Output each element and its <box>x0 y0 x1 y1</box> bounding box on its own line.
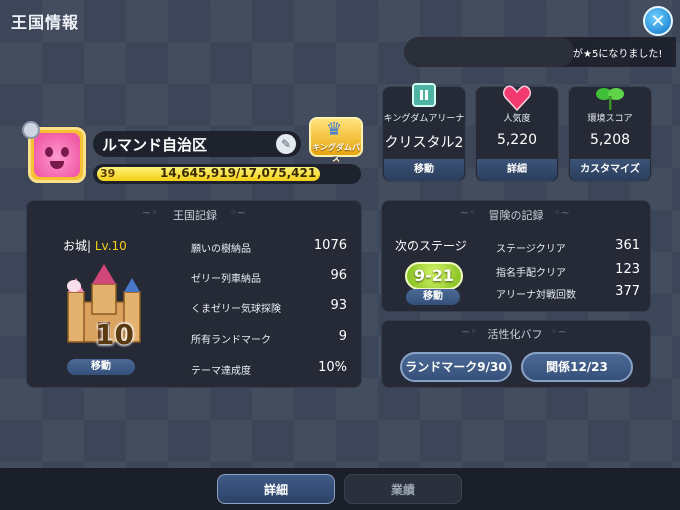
page-title: 王国情報 <box>11 13 80 32</box>
stat-value-arena: クリスタル2 <box>384 135 464 151</box>
sprout-icon <box>596 88 624 110</box>
avatar-frame-icon <box>22 121 40 139</box>
ornament-left-icon: ~◦ <box>142 206 158 219</box>
stat-label-arena: キングダムアリーナ <box>383 114 465 124</box>
record-row-label: くまゼリー気球探険 <box>191 304 281 315</box>
arena-banner-icon <box>412 83 436 107</box>
adventure-row-value: 361 <box>615 238 640 253</box>
environment-customize-button[interactable]: カスタマイズ <box>570 159 650 181</box>
adventure-row-label: アリーナ対戦回数 <box>496 290 576 301</box>
arena-move-button[interactable]: 移動 <box>384 159 464 181</box>
next-stage-label: 次のステージ <box>395 239 467 253</box>
avatar-cookie-face <box>34 133 80 177</box>
record-row-value: 10% <box>318 360 347 375</box>
adventure-row-label: 指名手配クリア <box>496 268 566 279</box>
record-row-value: 96 <box>330 268 347 283</box>
bottom-tab-bar <box>0 468 680 510</box>
record-row-label: 所有ランドマーク <box>191 335 271 346</box>
heart-icon <box>502 85 532 112</box>
popularity-detail-button[interactable]: 詳細 <box>477 159 557 181</box>
relation-buff-button[interactable]: 関係12/23 <box>521 352 633 382</box>
record-row-value: 1076 <box>313 238 347 253</box>
castle-level-badge: 10 <box>95 318 134 351</box>
tab-detail[interactable]: 詳細 <box>217 474 335 504</box>
record-row-value: 93 <box>330 298 347 313</box>
adventure-row-value: 123 <box>615 262 640 277</box>
adventure-row-value: 377 <box>615 284 640 299</box>
kingdom-name: ルマンド自治区 <box>102 136 208 154</box>
edit-name-button[interactable]: ✎ <box>276 134 296 154</box>
stat-label-popularity: 人気度 <box>503 114 531 124</box>
close-icon: ✕ <box>650 10 666 32</box>
ornament-right-icon: ◦~ <box>230 206 246 219</box>
ornament-right-icon: ◦~ <box>551 325 567 338</box>
stat-label-environment: 環境スコア <box>587 114 633 124</box>
stage-move-button[interactable]: 移動 <box>406 289 460 305</box>
landmark-buff-button[interactable]: ランドマーク9/30 <box>400 352 512 382</box>
ornament-right-icon: ◦~ <box>554 206 570 219</box>
tab-achievement[interactable]: 業績 <box>344 474 462 504</box>
exp-text: 14,645,919/17,075,421 <box>160 166 317 180</box>
kingdom-pass-label: キングダムパス <box>312 143 360 163</box>
crown-icon: ♛ <box>326 119 343 140</box>
castle-move-button[interactable]: 移動 <box>67 359 135 375</box>
stat-value-popularity: 5,220 <box>496 132 538 148</box>
notice-redacted <box>404 37 574 67</box>
kingdom-record-title: 王国記録 <box>173 209 217 222</box>
stat-value-environment: 5,208 <box>589 132 631 148</box>
adventure-record-title: 冒険の記録 <box>488 209 544 222</box>
record-row-label: 願いの樹納品 <box>191 244 251 255</box>
record-row-label: テーマ達成度 <box>191 366 251 377</box>
record-row-value: 9 <box>338 329 347 344</box>
castle-label: お城| Lv.10 <box>63 239 127 253</box>
record-row-label: ゼリー列車納品 <box>191 274 261 285</box>
notice-text: が★5になりました! <box>573 49 663 60</box>
ornament-left-icon: ~◦ <box>461 325 477 338</box>
kingdom-level: 39 <box>100 167 116 180</box>
pencil-icon: ✎ <box>280 137 292 151</box>
next-stage-badge: 9-21 <box>405 262 463 290</box>
buff-title: 活性化バフ <box>487 328 543 341</box>
adventure-row-label: ステージクリア <box>496 244 566 255</box>
ornament-left-icon: ~◦ <box>460 206 476 219</box>
close-button[interactable]: ✕ <box>643 6 673 36</box>
